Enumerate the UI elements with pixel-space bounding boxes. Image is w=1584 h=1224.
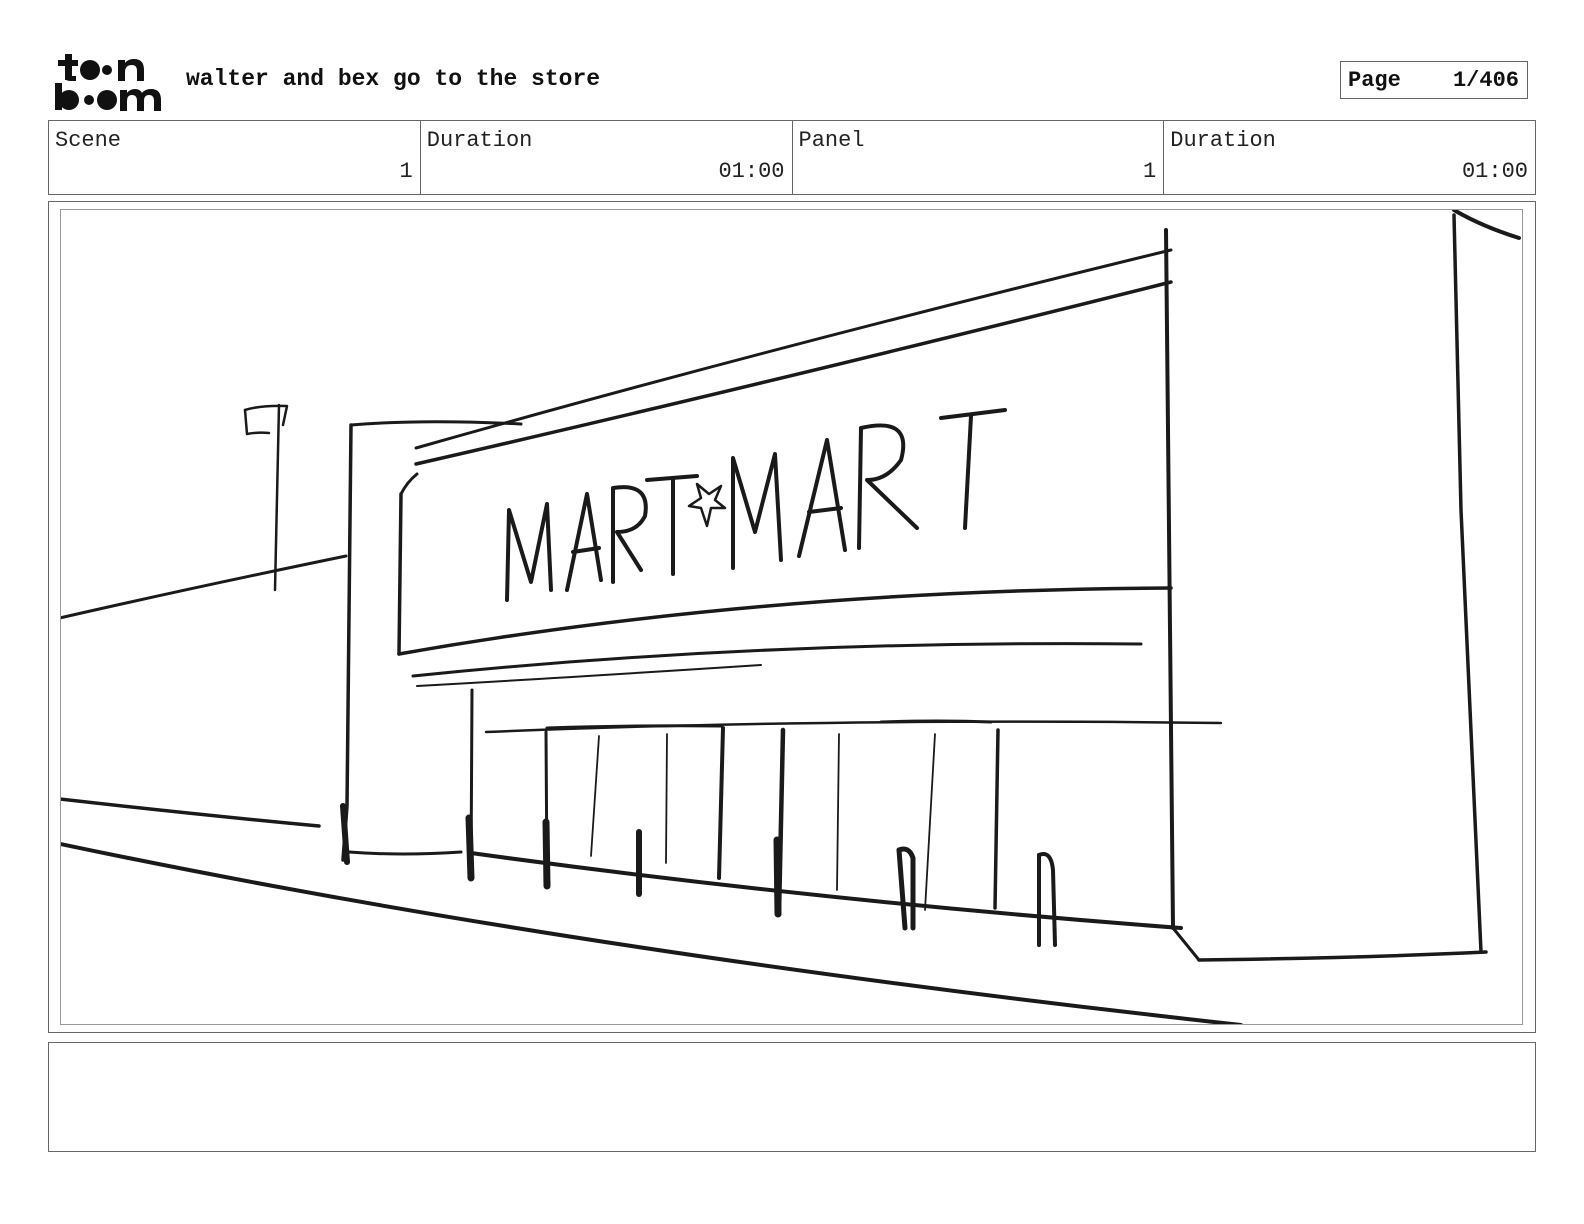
scene-cell: Scene 1 [49,121,421,194]
project-title: walter and bex go to the store [186,66,601,92]
scene-label: Scene [55,128,122,153]
page-label: Page [1348,67,1401,93]
toonboom-logo [52,50,164,112]
panel-label: Panel [798,128,865,153]
store-sign [505,408,1007,602]
panel-duration-label: Duration [1170,128,1276,153]
panel-value: 1 [1143,159,1157,184]
panel-notes-box [48,1042,1536,1152]
page-number: 1/406 [1452,67,1519,93]
scene-value: 1 [399,159,413,184]
page-indicator: Page 1/406 [1340,61,1528,99]
panel-duration-cell: Duration 01:00 [1164,121,1535,194]
storyboard-panel-image [60,209,1523,1025]
scene-duration-cell: Duration 01:00 [421,121,793,194]
storyboard-panel-frame [48,201,1536,1033]
panel-duration-value: 01:00 [1461,159,1528,184]
scene-duration-value: 01:00 [718,159,785,184]
scene-duration-label: Duration [426,128,533,153]
panel-info-row: Scene 1 Duration 01:00 Panel 1 Duration … [48,120,1536,195]
panel-cell: Panel 1 [793,121,1165,194]
